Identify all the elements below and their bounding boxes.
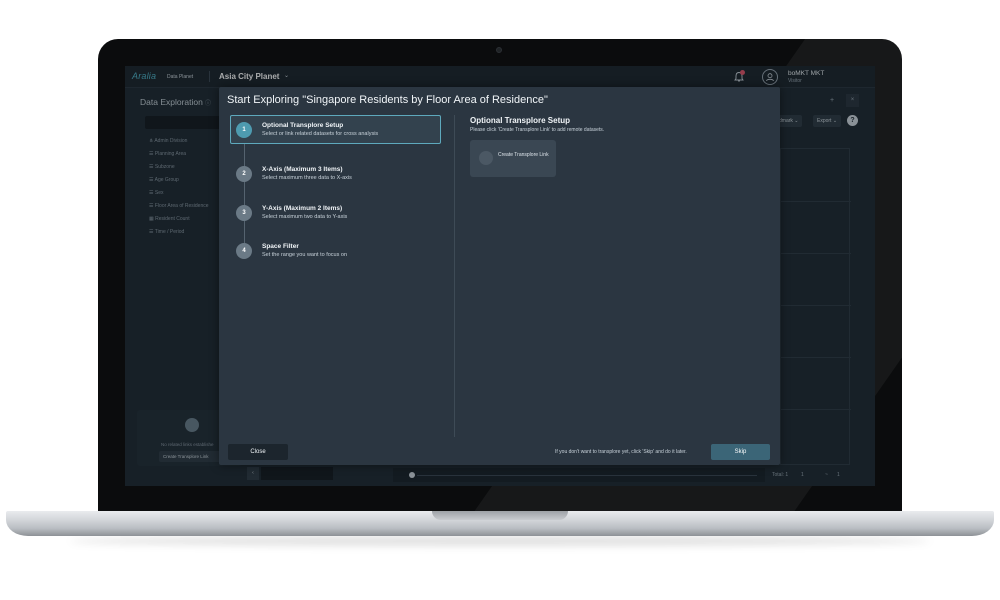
step-connector bbox=[244, 131, 245, 251]
setup-steps: 1 Optional Transplore Setup Select or li… bbox=[219, 109, 453, 429]
step-number: 2 bbox=[236, 166, 252, 182]
step-title: X-Axis (Maximum 3 Items) bbox=[262, 166, 343, 173]
step-description: Set the range you want to focus on bbox=[262, 252, 348, 258]
step-description: Select maximum two data to Y-axis bbox=[262, 214, 348, 220]
step-number: 1 bbox=[236, 122, 252, 138]
skip-note: If you don't want to transplore yet, cli… bbox=[555, 449, 687, 455]
skip-button[interactable]: Skip bbox=[711, 444, 770, 460]
laptop-shadow bbox=[70, 536, 930, 546]
step-title: Y-Axis (Maximum 2 Items) bbox=[262, 205, 343, 212]
step-title: Optional Transplore Setup bbox=[262, 122, 344, 129]
modal-divider bbox=[454, 115, 455, 437]
step-number: 3 bbox=[236, 205, 252, 221]
create-card-label: Create Transplore Link bbox=[498, 152, 549, 158]
section-title: Optional Transplore Setup bbox=[470, 116, 571, 125]
step-title: Space Filter bbox=[262, 243, 299, 250]
close-button[interactable]: Close bbox=[228, 444, 288, 460]
plus-icon bbox=[479, 151, 493, 165]
start-exploring-modal: Start Exploring "Singapore Residents by … bbox=[219, 87, 780, 465]
modal-title: Start Exploring "Singapore Residents by … bbox=[227, 94, 548, 106]
laptop-notch bbox=[432, 511, 568, 520]
create-transplore-link-card[interactable]: Create Transplore Link bbox=[470, 140, 556, 177]
app-screen: Aralia Data Planet Asia City Planet ⌄ bo… bbox=[125, 66, 875, 486]
section-description: Please click 'Create Transplore Link' to… bbox=[470, 127, 605, 133]
step-description: Select or link related datasets for cros… bbox=[262, 131, 379, 137]
laptop-camera bbox=[496, 47, 502, 53]
step-number: 4 bbox=[236, 243, 252, 259]
active-step-highlight bbox=[230, 115, 441, 144]
step-description: Select maximum three data to X-axis bbox=[262, 175, 352, 181]
